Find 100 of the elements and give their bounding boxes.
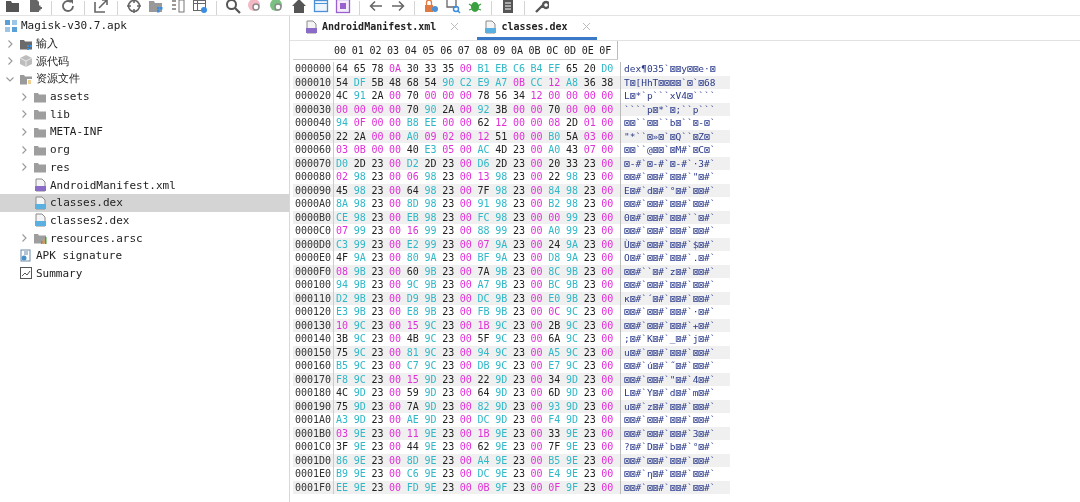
back-arrow-icon[interactable] [368, 0, 384, 14]
window-icon[interactable] [313, 0, 329, 14]
close-icon[interactable] [450, 22, 460, 31]
hex-byte: 9E [424, 454, 438, 466]
search-icon[interactable] [269, 0, 285, 14]
column-header: 09 [493, 44, 507, 56]
tree-item[interactable]: META-INF [0, 123, 289, 141]
tree-item[interactable]: Summary [0, 264, 289, 283]
hex-byte: 23 [583, 454, 597, 466]
column-header: 04 [404, 44, 418, 56]
hex-byte: 60 [406, 265, 420, 277]
tree-item[interactable]: org [0, 140, 289, 159]
add-file-icon[interactable] [27, 0, 43, 14]
hex-byte: 22 [336, 130, 350, 142]
hex-byte: 00 [459, 90, 473, 102]
hex-byte: 00 [389, 90, 403, 102]
editor-tab[interactable]: AndroidManifest.xml [298, 16, 466, 40]
search-icon[interactable] [225, 0, 241, 14]
chevron-icon[interactable] [19, 233, 29, 244]
file-search-icon[interactable] [445, 0, 461, 14]
home-icon[interactable] [291, 0, 307, 14]
chevron-icon[interactable] [19, 109, 29, 120]
tree-item[interactable]: classes.dex [0, 193, 289, 212]
table-icon[interactable] [192, 0, 208, 14]
grid-folder-icon[interactable] [148, 0, 164, 14]
tree-item[interactable]: APK signature [0, 246, 289, 265]
chevron-icon[interactable] [5, 38, 15, 49]
hex-byte: 23 [371, 211, 385, 223]
columns-icon[interactable] [170, 0, 186, 14]
hex-byte: 23 [583, 373, 597, 385]
tree-item[interactable]: resources.arsc [0, 229, 289, 247]
tree-item[interactable]: 输入 [0, 34, 289, 53]
chevron-icon[interactable] [19, 126, 29, 137]
tree-item[interactable]: classes2.dex [0, 211, 289, 230]
ascii-text: L⊠#`Y⊠#`d⊠#`m⊠#` [623, 387, 716, 399]
column-header: 0E [581, 44, 595, 56]
tree-item[interactable]: assets [0, 87, 289, 106]
hex-byte: 00 [601, 238, 615, 250]
hex-byte: 9B [353, 279, 367, 291]
hex-byte: 20 [583, 63, 597, 75]
ascii-text: ⊠⊠#`⊠⊠#`⊠⊠#`⊠⊠#` [623, 454, 716, 466]
hex-byte: 2D [353, 157, 367, 169]
hex-byte: 00 [336, 103, 350, 115]
hex-byte: 9C [565, 306, 579, 318]
hex-byte: 6A [548, 333, 562, 345]
hex-byte: 23 [442, 414, 456, 426]
tree-item[interactable]: 源代码 [0, 52, 289, 71]
offset-label: 000030 [293, 102, 334, 116]
hex-byte: 00 [459, 468, 473, 480]
hex-byte: AE [406, 414, 420, 426]
offset-label: 000020 [293, 89, 334, 103]
hex-byte: 98 [495, 171, 509, 183]
hex-byte: 78 [477, 90, 491, 102]
tree-item[interactable]: res [0, 158, 289, 177]
hex-byte: 00 [530, 400, 544, 412]
hex-byte: 9D [565, 387, 579, 399]
hex-byte: 9C [424, 346, 438, 358]
ascii-text: Θ⊠#`⊠⊠#`⊠⊠#``⊠#` [623, 211, 716, 223]
tree-item[interactable]: AndroidManifest.xml [0, 176, 289, 194]
hex-byte: 00 [530, 373, 544, 385]
hex-byte: 00 [601, 211, 615, 223]
offset-label: 000130 [293, 318, 334, 332]
hex-byte: A0 [406, 130, 420, 142]
hex-byte: 00 [601, 144, 615, 156]
chevron-icon[interactable] [19, 91, 29, 102]
hex-byte: 00 [601, 171, 615, 183]
chevron-icon[interactable] [5, 56, 15, 67]
chevron-icon[interactable] [19, 162, 29, 173]
tree-item[interactable]: 资源文件 [0, 70, 289, 88]
hex-byte: E8 [406, 306, 420, 318]
hex-byte: 38 [601, 76, 615, 88]
forward-arrow-icon[interactable] [390, 0, 406, 14]
hex-byte: A7 [495, 76, 509, 88]
tree-item[interactable]: lib [0, 105, 289, 124]
tree-item[interactable]: Magisk-v30.7.apk [0, 17, 289, 35]
hex-byte: 23 [371, 238, 385, 250]
close-icon[interactable] [581, 22, 591, 31]
hex-byte: 9D [495, 387, 509, 399]
hex-byte: 9E [353, 454, 367, 466]
hex-byte: 23 [512, 360, 526, 372]
hex-byte: EB [495, 63, 509, 75]
export-icon[interactable] [93, 0, 109, 14]
hex-byte: 98 [424, 211, 438, 223]
hex-byte: 23 [512, 211, 526, 223]
hex-byte: 9E [495, 454, 509, 466]
hex-byte: 5F [477, 333, 491, 345]
bug-icon[interactable] [467, 0, 483, 14]
hex-byte: 99 [565, 211, 579, 223]
crosshair-icon[interactable] [126, 0, 142, 14]
hex-byte: 2A [442, 103, 456, 115]
hex-byte: 23 [583, 360, 597, 372]
refresh-icon[interactable] [60, 0, 76, 14]
chevron-icon[interactable] [19, 144, 29, 155]
hex-byte: D8 [548, 252, 562, 264]
hex-byte: 23 [442, 184, 456, 196]
search-icon[interactable] [247, 0, 263, 14]
hex-byte: 23 [442, 454, 456, 466]
document-icon[interactable] [500, 0, 516, 14]
folder-open-icon[interactable] [5, 0, 21, 14]
ascii-text: u⊠#`⊠⊠#`⊠⊠#`⊠⊠#` [623, 346, 716, 358]
